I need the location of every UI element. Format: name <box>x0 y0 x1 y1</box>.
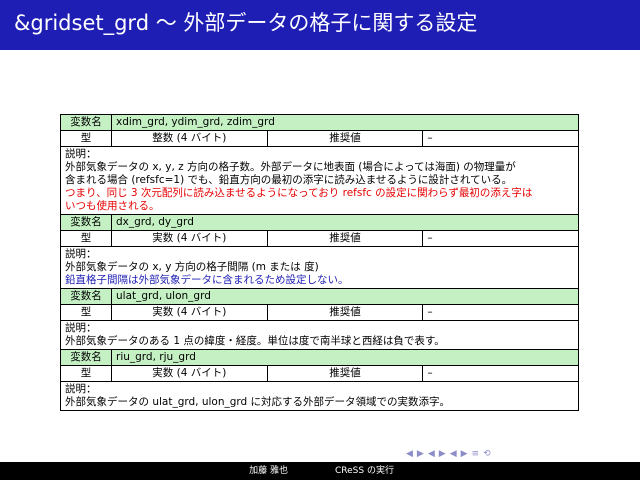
default-label: 推奨値 <box>266 130 424 147</box>
description-cell: 説明： 外部気象データのある 1 点の緯度・経度。単位は度で南半球と西経は負で表す… <box>60 320 579 350</box>
slide-title: &gridset_grd 〜 外部データの格子に関する設定 <box>14 11 478 35</box>
description-row: 説明： 外部気象データの x, y 方向の格子間隔 (m または 度) 鉛直格子間隔… <box>60 246 579 289</box>
description-label: 説明： <box>65 322 97 334</box>
type-label: 型 <box>60 130 112 147</box>
description-cell: 説明： 外部気象データの x, y, z 方向の格子数。外部データに地表面 (場合… <box>60 146 579 215</box>
footer-subtitle: CReSS の実行 <box>335 466 394 476</box>
nav-section-next-icon[interactable]: ▶ <box>461 449 469 459</box>
footer-author-bar: 加藤 雅也 <box>0 462 318 480</box>
type-label: 型 <box>60 365 112 382</box>
variable-name: xdim_grd, ydim_grd, zdim_grd <box>111 114 579 131</box>
description-row: 説明： 外部気象データの ulat_grd, ulon_grd に対応する外部デー… <box>60 381 579 411</box>
default-label: 推奨値 <box>266 304 424 321</box>
type-value: 整数 (4 バイト) <box>111 130 268 147</box>
nav-subsection-next-icon[interactable]: ▶ <box>439 449 447 459</box>
description-label: 説明： <box>65 148 97 160</box>
nav-align-icon[interactable]: ≡ <box>472 449 481 459</box>
default-value: – <box>422 304 579 321</box>
default-label: 推奨値 <box>266 230 424 247</box>
default-value: – <box>422 365 579 382</box>
description-label: 説明： <box>65 248 97 260</box>
parameter-table: 変数名 xdim_grd, ydim_grd, zdim_grd 型整数 (4 バイ… <box>60 114 579 411</box>
description-cell: 説明： 外部気象データの ulat_grd, ulon_grd に対応する外部デー… <box>60 381 579 411</box>
variable-row: 変数名 riu_grd, rju_grd <box>60 349 579 366</box>
variable-row: 変数名 ulat_grd, ulon_grd <box>60 288 579 305</box>
footer: 加藤 雅也 CReSS の実行 <box>0 462 640 480</box>
description-line: 外部気象データのある 1 点の緯度・経度。単位は度で南半球と西経は負で表す。 <box>65 335 445 347</box>
nav-search-icon[interactable]: ⟲ <box>483 449 492 459</box>
type-label: 型 <box>60 230 112 247</box>
variable-row: 変数名 xdim_grd, ydim_grd, zdim_grd <box>60 114 579 131</box>
nav-frame-prev-icon[interactable]: ◀ <box>406 449 414 459</box>
variable-name: ulat_grd, ulon_grd <box>111 288 579 305</box>
default-value: – <box>422 230 579 247</box>
slide-header: &gridset_grd 〜 外部データの格子に関する設定 <box>0 0 640 50</box>
type-label: 型 <box>60 304 112 321</box>
description-line: 外部気象データの ulat_grd, ulon_grd に対応する外部データ領域… <box>65 396 451 408</box>
variable-label: 変数名 <box>60 349 112 366</box>
default-label: 推奨値 <box>266 365 424 382</box>
description-line: 外部気象データの x, y, z 方向の格子数。外部データに地表面 (場合によっ… <box>65 161 516 173</box>
default-value: – <box>422 130 579 147</box>
type-row: 型実数 (4 バイト) 推奨値 – <box>60 304 579 321</box>
description-row: 説明： 外部気象データの x, y, z 方向の格子数。外部データに地表面 (場合… <box>60 146 579 215</box>
description-line: 鉛直格子間隔は外部気象データに含まれるため設定しない。 <box>65 274 349 286</box>
type-row: 型実数 (4 バイト) 推奨値 – <box>60 365 579 382</box>
type-row: 型実数 (4 バイト) 推奨値 – <box>60 230 579 247</box>
variable-label: 変数名 <box>60 288 112 305</box>
nav-section-prev-icon[interactable]: ◀ <box>450 449 458 459</box>
type-value: 実数 (4 バイト) <box>111 230 268 247</box>
footer-author: 加藤 雅也 <box>249 466 288 476</box>
description-cell: 説明： 外部気象データの x, y 方向の格子間隔 (m または 度) 鉛直格子間隔… <box>60 246 579 289</box>
variable-label: 変数名 <box>60 114 112 131</box>
variable-row: 変数名 dx_grd, dy_grd <box>60 214 579 231</box>
type-row: 型整数 (4 バイト) 推奨値 – <box>60 130 579 147</box>
description-line: 含まれる場合 (refsfc=1) でも、鉛直方向の最初の添字に読み込ませるよう… <box>65 174 513 186</box>
description-line: 外部気象データの x, y 方向の格子間隔 (m または 度) <box>65 261 319 273</box>
navigation-controls: ◀ ▶ ◀ ▶ ◀ ▶ ≡ ⟲ <box>406 449 495 459</box>
description-row: 説明： 外部気象データのある 1 点の緯度・経度。単位は度で南半球と西経は負で表す… <box>60 320 579 350</box>
footer-subtitle-bar: CReSS の実行 <box>318 462 640 480</box>
description-line: いつも使用される。 <box>65 200 160 212</box>
variable-name: dx_grd, dy_grd <box>111 214 579 231</box>
variable-label: 変数名 <box>60 214 112 231</box>
type-value: 実数 (4 バイト) <box>111 365 268 382</box>
variable-name: riu_grd, rju_grd <box>111 349 579 366</box>
description-label: 説明： <box>65 383 97 395</box>
nav-subsection-prev-icon[interactable]: ◀ <box>428 449 436 459</box>
nav-frame-next-icon[interactable]: ▶ <box>417 449 425 459</box>
description-line: つまり、同じ 3 次元配列に読み込ませるようになっており refsfc の設定に… <box>65 187 533 199</box>
type-value: 実数 (4 バイト) <box>111 304 268 321</box>
